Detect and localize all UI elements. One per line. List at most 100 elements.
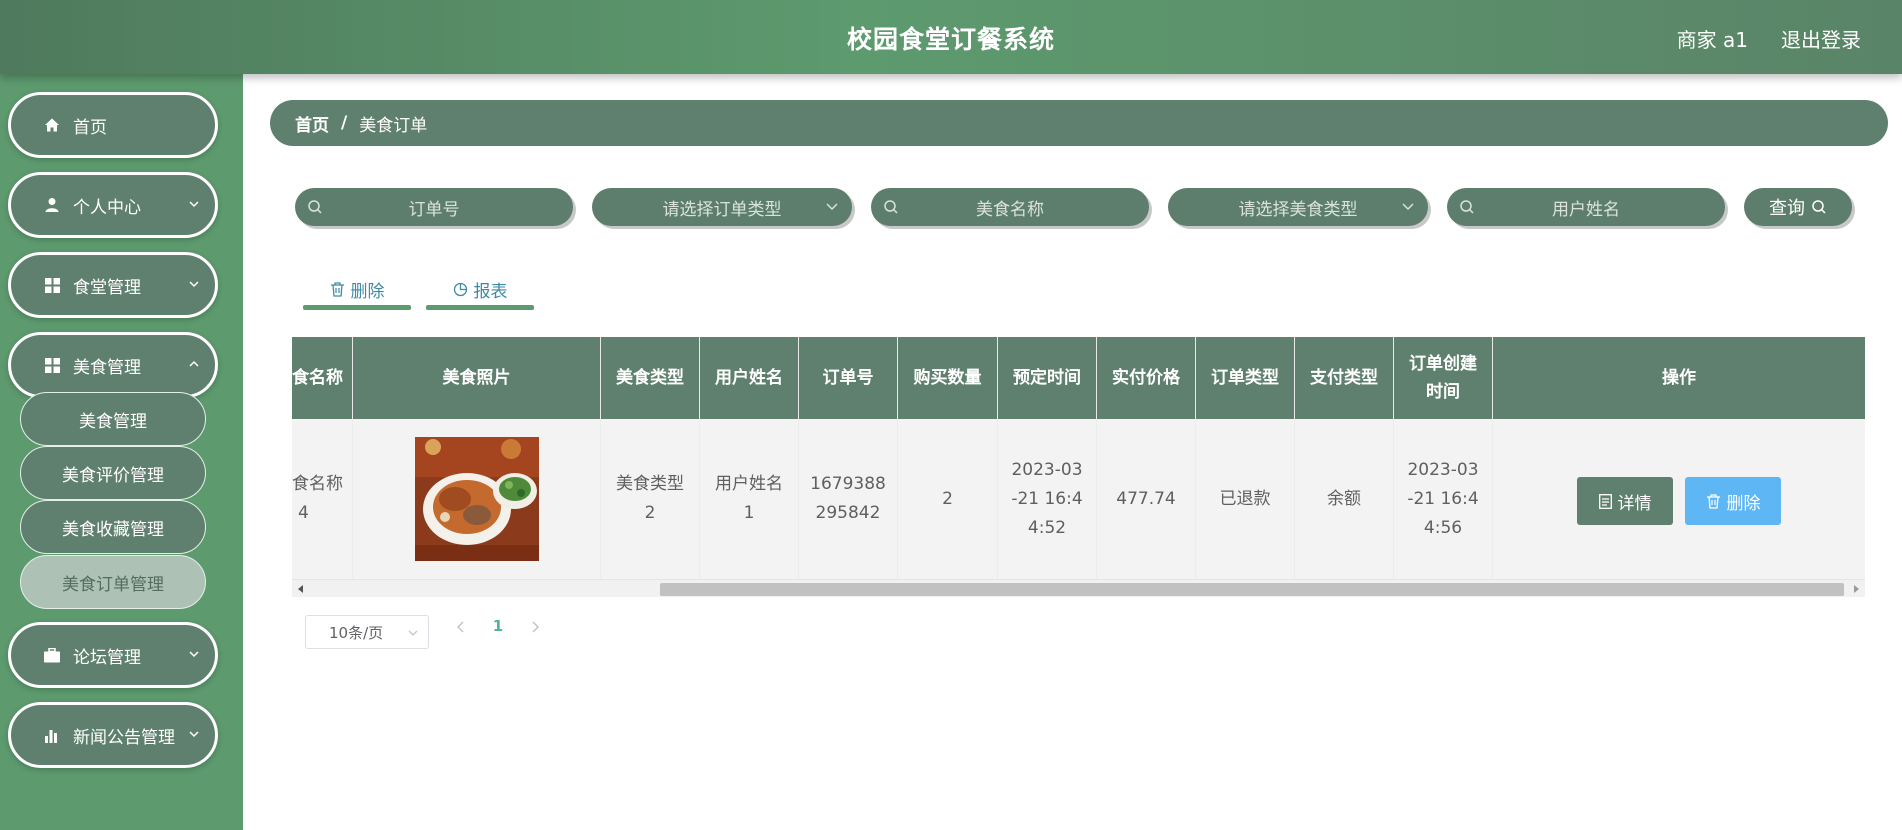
cell-user-name: 用户姓名 1: [700, 419, 799, 579]
search-icon: [308, 200, 322, 214]
food-photo-image[interactable]: [414, 437, 539, 561]
next-page-icon[interactable]: [525, 617, 545, 637]
batch-delete-label: 删除: [350, 281, 385, 302]
cell-reserve-line-2: -21 16:4: [1011, 488, 1083, 509]
user-name-placeholder: 用户姓名: [1552, 199, 1620, 220]
detail-button[interactable]: 详情: [1577, 477, 1673, 525]
cell-order-no: 1679388 295842: [799, 419, 898, 579]
sidebar: 首页 个人中心 食堂管理 美食管理 美食管理 美食评价管理 美食收藏管理 美食订…: [0, 74, 243, 830]
scroll-left-arrow-icon[interactable]: [298, 585, 303, 593]
cell-reserve-time: 2023-03 -21 16:4 4:52: [998, 419, 1097, 579]
breadcrumb-separator: /: [341, 113, 348, 133]
scrollbar-thumb[interactable]: [660, 583, 1844, 596]
col-quantity: 购买数量: [898, 337, 998, 419]
chevron-down-icon: [408, 630, 418, 636]
trash-icon: [1706, 493, 1720, 509]
detail-label: 详情: [1617, 493, 1652, 514]
cell-reserve-line-3: 4:52: [1027, 517, 1067, 538]
query-button[interactable]: 查询: [1744, 188, 1852, 226]
trash-icon: [330, 281, 344, 297]
col-food-photo: 美食照片: [353, 337, 601, 419]
sidebar-item-label: 新闻公告管理: [73, 727, 175, 748]
sidebar-item-food[interactable]: 美食管理: [8, 332, 218, 398]
breadcrumb-home[interactable]: 首页: [295, 111, 329, 136]
briefcase-icon: [43, 646, 61, 664]
sidebar-item-label: 食堂管理: [73, 277, 141, 298]
col-created-line-2: 时间: [1426, 382, 1460, 402]
row-delete-label: 删除: [1726, 493, 1761, 514]
search-icon: [1812, 200, 1826, 214]
sidebar-item-forum[interactable]: 论坛管理: [8, 622, 218, 688]
cell-order-type: 已退款: [1196, 419, 1295, 579]
col-price: 实付价格: [1097, 337, 1196, 419]
food-name-input[interactable]: 美食名称: [871, 188, 1149, 226]
col-food-name: 食名称: [292, 337, 353, 419]
bar-chart-icon: [43, 726, 61, 744]
user-icon: [43, 196, 61, 214]
sidebar-item-label: 论坛管理: [73, 647, 141, 668]
table-row: 食名称 4 美食类型 2 用户姓名 1 1679388 295842 2 202…: [292, 419, 1865, 579]
col-pay-type: 支付类型: [1295, 337, 1394, 419]
cell-food-name-line-2: 4: [298, 503, 309, 523]
col-order-type: 订单类型: [1196, 337, 1295, 419]
page-size-value: 10条/页: [329, 623, 384, 642]
cell-created-line-3: 4:56: [1423, 517, 1463, 538]
user-name-input[interactable]: 用户姓名: [1447, 188, 1725, 226]
page-number-current[interactable]: 1: [490, 617, 506, 637]
sidebar-item-home[interactable]: 首页: [8, 92, 218, 158]
food-type-select[interactable]: 请选择美食类型: [1168, 188, 1428, 226]
submenu-food-orders[interactable]: 美食订单管理: [20, 555, 206, 609]
chevron-down-icon: [189, 201, 199, 208]
sidebar-item-label: 个人中心: [73, 197, 141, 218]
submenu-food-review[interactable]: 美食评价管理: [20, 446, 206, 500]
search-icon: [1460, 200, 1474, 214]
horizontal-scrollbar[interactable]: [292, 579, 1865, 597]
col-user-name: 用户姓名: [700, 337, 799, 419]
cell-food-name-line-1: 食名称: [292, 474, 343, 494]
order-type-select[interactable]: 请选择订单类型: [592, 188, 852, 226]
scroll-right-arrow-icon[interactable]: [1854, 585, 1859, 593]
chevron-up-icon: [189, 360, 199, 367]
col-order-no: 订单号: [799, 337, 898, 419]
grid-icon: [43, 276, 61, 294]
batch-delete-button[interactable]: 删除: [303, 268, 411, 310]
sidebar-item-canteen[interactable]: 食堂管理: [8, 252, 218, 318]
logout-link[interactable]: 退出登录: [1781, 24, 1861, 53]
col-created-line-1: 订单创建: [1409, 354, 1477, 374]
search-icon: [884, 200, 898, 214]
orders-table: 食名称 美食照片 美食类型 用户姓名 订单号 购买数量 预定时间 实付价格 订单…: [292, 337, 1865, 597]
order-no-input[interactable]: 订单号: [295, 188, 573, 226]
grid-icon: [43, 356, 61, 374]
cell-actions: [1493, 419, 1865, 579]
home-icon: [43, 116, 61, 134]
col-actions: 操作: [1662, 368, 1696, 388]
cell-created-line-1: 2023-03: [1407, 459, 1479, 480]
report-label: 报表: [473, 281, 508, 302]
prev-page-icon[interactable]: [451, 617, 471, 637]
cell-order-no-line-2: 295842: [815, 503, 881, 523]
breadcrumb-current: 美食订单: [359, 115, 428, 136]
chevron-down-icon: [189, 731, 199, 738]
query-label: 查询: [1769, 198, 1805, 219]
cell-food-type-line-2: 2: [644, 503, 656, 523]
sidebar-item-personal-center[interactable]: 个人中心: [8, 172, 218, 238]
food-name-placeholder: 美食名称: [976, 199, 1044, 220]
cell-price: 477.74: [1097, 419, 1196, 579]
sidebar-item-news[interactable]: 新闻公告管理: [8, 702, 218, 768]
breadcrumb: 首页 / 美食订单: [270, 100, 1888, 146]
chevron-down-icon: [189, 651, 199, 658]
col-reserve-time: 预定时间: [998, 337, 1097, 419]
cell-pay-type: 余额: [1295, 419, 1394, 579]
report-button[interactable]: 报表: [426, 268, 534, 310]
submenu-food-favorites[interactable]: 美食收藏管理: [20, 500, 206, 554]
row-delete-button[interactable]: 删除: [1685, 477, 1781, 525]
submenu-food-management[interactable]: 美食管理: [20, 392, 206, 446]
cell-user-name-line-2: 1: [743, 503, 755, 523]
order-type-placeholder: 请选择订单类型: [662, 199, 782, 220]
sidebar-item-label: 美食管理: [73, 357, 141, 378]
page-size-select[interactable]: 10条/页: [305, 615, 429, 649]
cell-user-name-line-1: 用户姓名: [715, 474, 783, 494]
cell-food-name: 食名称 4: [292, 419, 353, 579]
chevron-down-icon: [189, 281, 199, 288]
top-header: 校园食堂订餐系统 商家 a1 退出登录: [0, 0, 1902, 74]
